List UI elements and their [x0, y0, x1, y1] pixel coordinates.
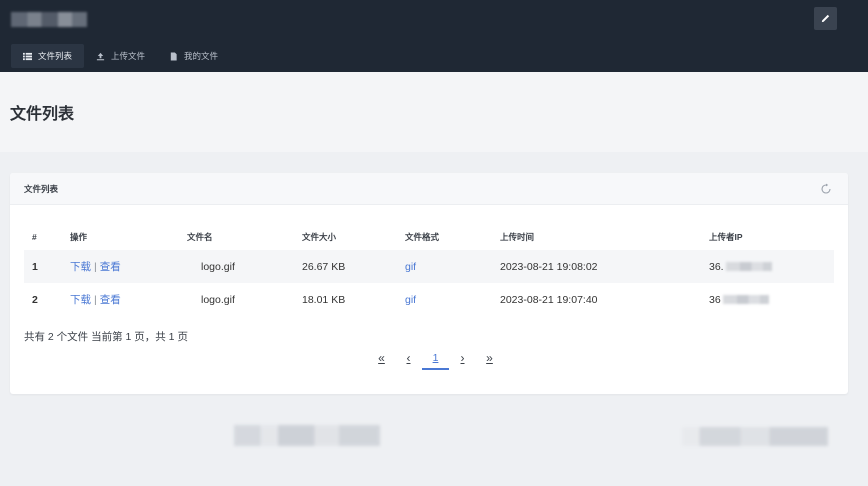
file-table: # 操作 文件名 文件大小 文件格式 上传时间 上传者IP 1 下载 | 查看 lo…	[24, 223, 834, 316]
page-title: 文件列表	[10, 106, 75, 123]
row-index: 2	[32, 293, 38, 306]
column-header-size: 文件大小	[302, 231, 337, 242]
column-header-uploader-ip: 上传者IP	[709, 231, 743, 242]
row-size: 26.67 KB	[302, 250, 405, 283]
format-link[interactable]: gif	[405, 294, 416, 306]
table-header-row: # 操作 文件名 文件大小 文件格式 上传时间 上传者IP	[24, 223, 834, 250]
action-separator: |	[94, 261, 97, 273]
list-icon	[23, 52, 32, 61]
top-bar: 文件列表 上传文件 我的文件	[0, 0, 868, 72]
row-format: gif	[405, 283, 500, 316]
action-separator: |	[94, 294, 97, 306]
card-header: 文件列表	[10, 173, 848, 205]
prev-page-button[interactable]: ‹	[395, 346, 422, 370]
file-list-card: 文件列表 # 操作 文件名 文件大小 文件格式 上传时间 上传者IP 1 下载 |…	[10, 173, 848, 394]
column-header-filename: 文件名	[187, 231, 213, 242]
ip-redacted	[722, 295, 769, 305]
table-row: 1 下载 | 查看 logo.gif 26.67 KB gif 2023-08-21…	[24, 250, 834, 283]
page-header	[0, 72, 868, 152]
nav-item-label: 我的文件	[184, 51, 219, 61]
view-link[interactable]: 查看	[100, 261, 121, 273]
page-button-current[interactable]: 1	[422, 348, 449, 370]
nav-item-file-list[interactable]: 文件列表	[11, 44, 85, 68]
row-index: 1	[24, 250, 70, 283]
row-format: gif	[405, 250, 500, 283]
next-page-button[interactable]: ›	[449, 346, 476, 370]
footer-text-redacted	[682, 427, 828, 446]
ip-redacted	[725, 262, 772, 272]
column-header-actions: 操作	[70, 231, 88, 242]
row-actions: 下载 | 查看	[70, 250, 187, 283]
nav-item-upload[interactable]: 上传文件	[84, 44, 157, 68]
row-filename: logo.gif	[201, 293, 235, 306]
download-link[interactable]: 下载	[70, 261, 91, 273]
row-uploader-ip: 36.	[709, 250, 834, 283]
nav-item-my-files[interactable]: 我的文件	[157, 44, 230, 68]
ip-prefix: 36	[709, 293, 721, 306]
pencil-icon	[821, 14, 830, 23]
card-title: 文件列表	[24, 183, 59, 194]
nav-item-label: 上传文件	[111, 51, 146, 61]
row-filename: logo.gif	[187, 250, 302, 283]
column-header-upload-time: 上传时间	[500, 231, 535, 242]
column-header-format: 文件格式	[405, 231, 440, 242]
file-icon	[169, 51, 178, 61]
nav-item-label: 文件列表	[38, 51, 73, 61]
view-link[interactable]: 查看	[100, 294, 121, 306]
pagination: « ‹ 1 › »	[368, 346, 503, 370]
site-logo[interactable]	[11, 12, 87, 27]
row-uploader-ip: 36	[709, 283, 834, 316]
row-size: 18.01 KB	[302, 293, 346, 306]
main-nav: 文件列表 上传文件 我的文件	[11, 44, 230, 68]
ip-prefix: 36.	[709, 260, 724, 273]
footer-text-redacted	[234, 425, 380, 446]
last-page-button[interactable]: »	[476, 346, 503, 370]
format-link[interactable]: gif	[405, 261, 416, 273]
table-row: 2 下载 | 查看 logo.gif 18.01 KB gif 2023-08-21…	[24, 283, 834, 316]
download-link[interactable]: 下载	[70, 294, 91, 306]
upload-icon	[96, 52, 105, 61]
first-page-button[interactable]: «	[368, 346, 395, 370]
refresh-icon[interactable]	[820, 183, 832, 195]
row-upload-time: 2023-08-21 19:07:40	[500, 293, 598, 306]
row-upload-time: 2023-08-21 19:08:02	[500, 250, 709, 283]
column-header-index: #	[32, 231, 37, 242]
file-summary: 共有 2 个文件 当前第 1 页，共 1 页	[24, 331, 188, 343]
row-actions: 下载 | 查看	[70, 283, 187, 316]
edit-button[interactable]	[814, 7, 837, 30]
